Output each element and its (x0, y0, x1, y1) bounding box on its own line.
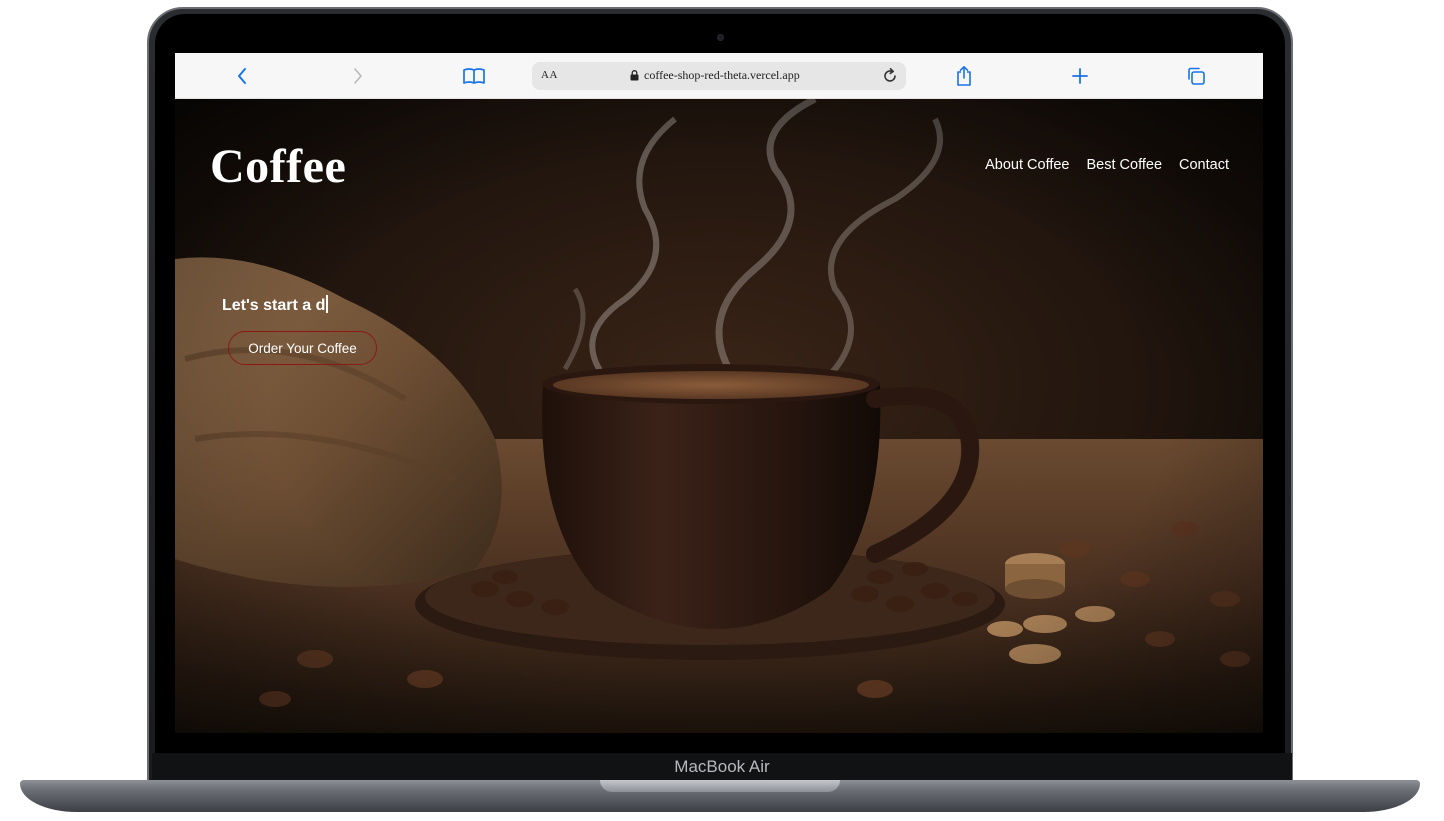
text-size-button[interactable]: AA (541, 69, 558, 81)
lock-icon (630, 70, 639, 81)
chevron-left-icon[interactable] (228, 62, 256, 90)
hero-section: Coffee About Coffee Best Coffee Contact … (175, 99, 1263, 733)
typing-caret (326, 295, 328, 313)
hero-tagline-text: Let's start a d (222, 297, 326, 314)
order-coffee-button[interactable]: Order Your Coffee (228, 331, 377, 365)
laptop-mockup: AA coffee-shop-red-theta.vercel.app Coff… (0, 0, 1444, 821)
book-icon[interactable] (460, 62, 488, 90)
camera-icon (717, 34, 724, 41)
nav-link-contact[interactable]: Contact (1179, 157, 1229, 173)
laptop-hinge-notch (600, 780, 840, 792)
plus-icon[interactable] (1066, 62, 1094, 90)
tabs-icon[interactable] (1182, 62, 1210, 90)
nav-link-best-coffee[interactable]: Best Coffee (1087, 157, 1163, 173)
site-logo[interactable]: Coffee (210, 139, 346, 194)
nav-link-about-coffee[interactable]: About Coffee (985, 157, 1069, 173)
coffee-cup-image (175, 99, 1263, 733)
main-nav: About Coffee Best Coffee Contact (985, 157, 1229, 173)
browser-toolbar: AA coffee-shop-red-theta.vercel.app (175, 53, 1263, 99)
chevron-right-icon[interactable] (344, 62, 372, 90)
browser-screen: AA coffee-shop-red-theta.vercel.app Coff… (175, 53, 1263, 733)
url-display[interactable]: coffee-shop-red-theta.vercel.app (630, 68, 800, 83)
url-text: coffee-shop-red-theta.vercel.app (644, 68, 800, 82)
reload-icon[interactable] (880, 66, 900, 86)
share-icon[interactable] (950, 62, 978, 90)
device-model-label: MacBook Air (674, 757, 770, 776)
address-bar[interactable]: AA coffee-shop-red-theta.vercel.app (532, 62, 906, 90)
hero-tagline: Let's start a d (222, 295, 328, 315)
